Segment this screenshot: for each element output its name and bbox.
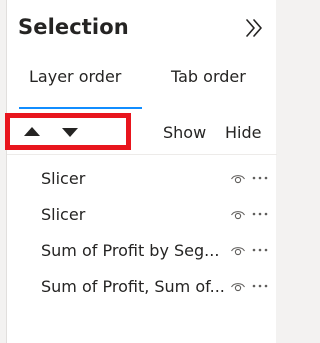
layer-toolbar: Show Hide: [5, 113, 277, 155]
eye-icon[interactable]: [230, 244, 246, 258]
more-icon[interactable]: [250, 240, 270, 260]
triangle-down-icon: [57, 123, 83, 141]
layer-name: Slicer: [41, 169, 86, 188]
triangle-up-icon: [19, 123, 45, 141]
show-button[interactable]: Show: [163, 123, 206, 142]
tab-layer-order[interactable]: Layer order: [29, 67, 121, 86]
layer-list: Slicer Slicer Sum of Profit by Seg... Su…: [7, 162, 277, 306]
selection-pane: Selection Layer order Tab order Show Hid…: [5, 0, 277, 343]
tab-tab-order[interactable]: Tab order: [171, 67, 246, 86]
layer-name: Sum of Profit, Sum of...: [41, 277, 225, 296]
hide-button[interactable]: Hide: [225, 123, 261, 142]
eye-icon[interactable]: [230, 172, 246, 186]
move-up-button[interactable]: [19, 123, 45, 141]
pane-title: Selection: [18, 15, 129, 39]
active-tab-indicator: [19, 107, 142, 109]
layer-item[interactable]: Slicer: [7, 162, 277, 198]
more-icon[interactable]: [250, 204, 270, 224]
tab-bar: Layer order Tab order: [7, 62, 277, 109]
layer-item[interactable]: Slicer: [7, 198, 277, 234]
more-icon[interactable]: [250, 276, 270, 296]
eye-icon[interactable]: [230, 280, 246, 294]
more-icon[interactable]: [250, 168, 270, 188]
collapse-pane-button[interactable]: [242, 16, 266, 40]
move-down-button[interactable]: [57, 123, 83, 141]
eye-icon[interactable]: [230, 208, 246, 222]
double-chevron-right-icon: [242, 16, 266, 40]
layer-name: Slicer: [41, 205, 86, 224]
layer-item[interactable]: Sum of Profit, Sum of...: [7, 270, 277, 306]
layer-item[interactable]: Sum of Profit by Seg...: [7, 234, 277, 270]
layer-name: Sum of Profit by Seg...: [41, 241, 220, 260]
